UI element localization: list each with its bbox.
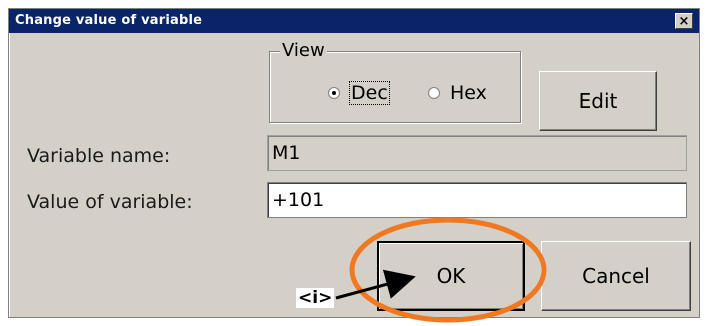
change-value-dialog: Change value of variable × View Dec Hex … bbox=[8, 8, 700, 318]
view-group-legend: View bbox=[280, 40, 327, 61]
radio-dec-label: Dec bbox=[349, 81, 390, 105]
cancel-button[interactable]: Cancel bbox=[541, 241, 691, 311]
radio-hex-label: Hex bbox=[450, 82, 487, 104]
annotation-marker-label: <i> bbox=[296, 288, 335, 308]
ok-button[interactable]: OK bbox=[377, 241, 525, 311]
view-groupbox: View Dec Hex bbox=[269, 40, 521, 123]
variable-value-input[interactable]: +101 bbox=[267, 182, 687, 218]
variable-name-field: M1 bbox=[267, 135, 687, 171]
close-button[interactable]: × bbox=[675, 13, 693, 29]
window-title: Change value of variable bbox=[15, 13, 203, 28]
title-bar[interactable]: Change value of variable × bbox=[9, 9, 699, 33]
edit-button[interactable]: Edit bbox=[539, 71, 657, 131]
radio-unselected-icon bbox=[428, 87, 440, 99]
close-icon: × bbox=[678, 13, 690, 29]
variable-name-label: Variable name: bbox=[27, 145, 171, 167]
radio-hex[interactable]: Hex bbox=[428, 82, 487, 104]
variable-value-label: Value of variable: bbox=[27, 191, 193, 213]
radio-selected-icon bbox=[328, 87, 340, 99]
radio-dec[interactable]: Dec bbox=[328, 81, 390, 105]
